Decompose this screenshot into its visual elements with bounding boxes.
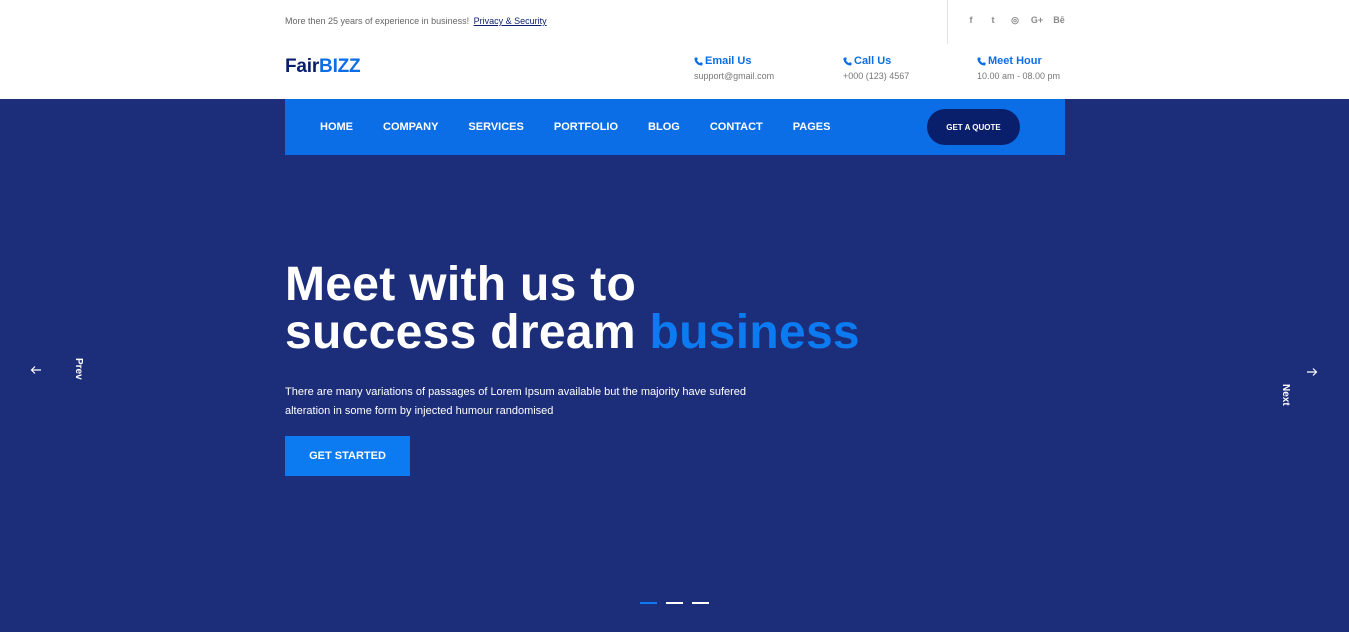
hero-description: There are many variations of passages of… bbox=[285, 386, 747, 417]
hero-title-line-2: success dream bbox=[285, 306, 636, 359]
nav-item-pages[interactable]: PAGES bbox=[793, 121, 831, 133]
logo[interactable]: FairBIZZ bbox=[285, 56, 361, 78]
contact-call-title: Call Us bbox=[854, 55, 892, 67]
nav-item-home[interactable]: HOME bbox=[320, 121, 353, 133]
get-quote-button[interactable]: GET A QUOTE bbox=[927, 109, 1020, 145]
top-bar: More then 25 years of experience in busi… bbox=[0, 0, 1349, 44]
nav-item-contact[interactable]: CONTACT bbox=[710, 121, 763, 133]
nav-item-services[interactable]: SERVICES bbox=[468, 121, 523, 133]
hero-section bbox=[0, 99, 1349, 632]
twitter-icon[interactable]: t bbox=[982, 15, 1004, 29]
tagline-text: More then 25 years of experience in busi… bbox=[285, 16, 470, 26]
slider-dot-2[interactable] bbox=[666, 602, 683, 604]
arrow-right-icon bbox=[1307, 368, 1318, 376]
social-links: f t ◎ G+ Bē bbox=[960, 15, 1070, 29]
prev-label: Prev bbox=[73, 358, 84, 380]
get-started-button[interactable]: GET STARTED bbox=[285, 436, 410, 476]
nav-item-portfolio[interactable]: PORTFOLIO bbox=[554, 121, 618, 133]
slider-dot-3[interactable] bbox=[692, 602, 709, 604]
instagram-icon[interactable]: ◎ bbox=[1004, 15, 1026, 29]
tagline: More then 25 years of experience in busi… bbox=[285, 16, 547, 26]
arrow-left-icon bbox=[30, 366, 41, 374]
contact-hours-value: 10.00 am - 08.00 pm bbox=[977, 71, 1061, 81]
contact-hours: Meet Hour 10.00 am - 08.00 pm bbox=[977, 55, 1060, 81]
hero-title-accent: business bbox=[649, 306, 860, 359]
google-plus-icon[interactable]: G+ bbox=[1026, 15, 1048, 29]
behance-icon[interactable]: Bē bbox=[1048, 15, 1070, 29]
contact-call: Call Us +000 (123) 4567 bbox=[843, 55, 909, 81]
header: FairBIZZ Email Us support@gmail.com Call… bbox=[0, 44, 1349, 99]
hero-title-line-1: Meet with us to bbox=[285, 258, 637, 311]
next-label: Next bbox=[1280, 384, 1291, 406]
contact-hours-title: Meet Hour bbox=[988, 55, 1042, 67]
next-slide-button[interactable]: Next bbox=[1280, 358, 1322, 406]
phone-icon bbox=[843, 56, 852, 66]
slider-dots bbox=[640, 602, 709, 604]
slider-dot-1[interactable] bbox=[640, 602, 657, 604]
nav-items: HOME COMPANY SERVICES PORTFOLIO BLOG CON… bbox=[320, 99, 860, 155]
nav-item-company[interactable]: COMPANY bbox=[383, 121, 438, 133]
facebook-icon[interactable]: f bbox=[960, 15, 982, 29]
nav-item-blog[interactable]: BLOG bbox=[648, 121, 680, 133]
main-nav: HOME COMPANY SERVICES PORTFOLIO BLOG CON… bbox=[285, 99, 1065, 155]
contact-email-value[interactable]: support@gmail.com bbox=[694, 71, 774, 81]
prev-slide-button[interactable]: Prev bbox=[28, 358, 84, 388]
contact-email: Email Us support@gmail.com bbox=[694, 55, 774, 81]
divider bbox=[947, 0, 948, 44]
phone-icon bbox=[694, 56, 703, 66]
phone-icon bbox=[977, 56, 986, 66]
contact-email-title: Email Us bbox=[705, 55, 752, 67]
logo-part-1: Fair bbox=[285, 56, 320, 77]
hero-title: Meet with us to success dream business bbox=[285, 261, 860, 357]
privacy-link[interactable]: Privacy & Security bbox=[474, 16, 547, 26]
contact-call-value[interactable]: +000 (123) 4567 bbox=[843, 71, 909, 81]
logo-part-2: BIZZ bbox=[319, 56, 361, 77]
